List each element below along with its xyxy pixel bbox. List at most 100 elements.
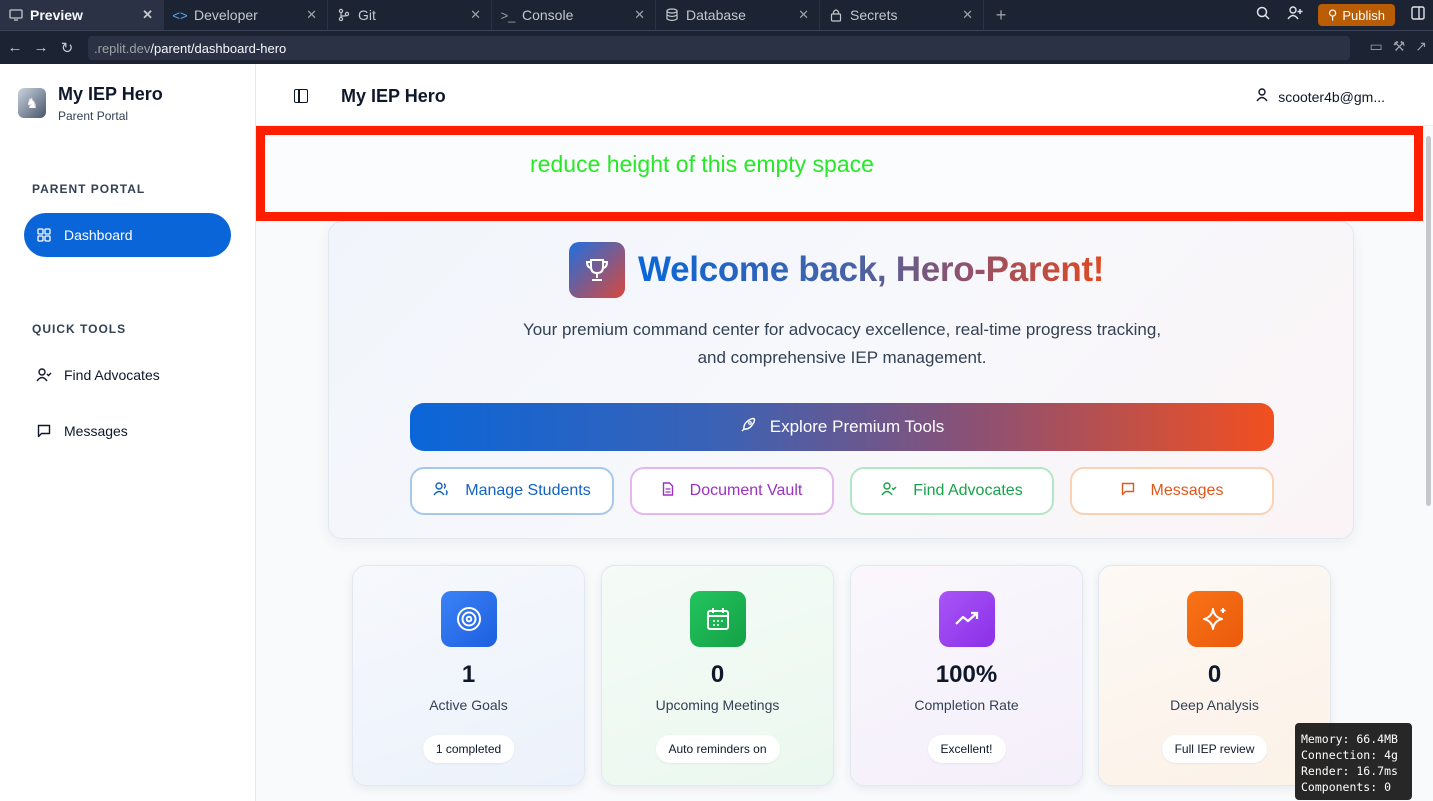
stat-card-upcoming-meetings[interactable]: 0 Upcoming Meetings Auto reminders on: [601, 565, 834, 786]
terminal-icon: >_: [500, 7, 516, 23]
perf-components: Components: 0: [1301, 780, 1392, 794]
stat-badge: Auto reminders on: [655, 735, 780, 763]
brand-title: My IEP Hero: [58, 84, 163, 104]
stat-label: Active Goals: [429, 697, 508, 713]
user-check-icon: [881, 481, 897, 501]
database-icon: [664, 8, 680, 22]
stat-card-completion-rate[interactable]: 100% Completion Rate Excellent!: [850, 565, 1083, 786]
top-header: My IEP Hero scooter4b@gm...: [256, 64, 1433, 126]
tab-database[interactable]: Database ✕: [656, 0, 820, 30]
rocket-icon: [740, 417, 756, 438]
messages-button[interactable]: Messages: [1070, 467, 1274, 515]
hero-description: Your premium command center for advocacy…: [522, 320, 1162, 367]
brand[interactable]: ♞ My IEP Hero Parent Portal: [18, 84, 163, 123]
tab-label: Git: [358, 7, 376, 23]
file-icon: [662, 481, 674, 501]
close-icon[interactable]: ✕: [142, 7, 153, 23]
sidebar-item-label: Messages: [64, 423, 128, 439]
trending-up-icon: [939, 591, 995, 647]
quick-button-label: Document Vault: [689, 482, 803, 499]
publish-icon: ⚲: [1327, 7, 1338, 22]
explore-premium-tools-button[interactable]: Explore Premium Tools: [410, 403, 1274, 451]
sparkles-icon: [1187, 591, 1243, 647]
publish-button[interactable]: ⚲ Publish: [1317, 4, 1395, 26]
sidebar-item-label: Find Advocates: [64, 367, 160, 383]
open-external-icon[interactable]: ↗: [1415, 38, 1427, 55]
sidebar-item-dashboard[interactable]: Dashboard: [24, 213, 231, 257]
stat-value: 100%: [935, 661, 998, 688]
stat-label: Deep Analysis: [1170, 697, 1259, 713]
perf-render: Render: 16.7ms: [1301, 764, 1398, 778]
close-icon[interactable]: ✕: [470, 7, 481, 23]
users-icon: [433, 481, 449, 501]
perf-memory: Memory: 66.4MB: [1301, 732, 1398, 746]
address-field[interactable]: .replit.dev/parent/dashboard-hero: [88, 36, 1350, 60]
quick-button-label: Messages: [1150, 482, 1224, 499]
grid-icon: [36, 228, 52, 242]
stat-card-active-goals[interactable]: 1 Active Goals 1 completed: [352, 565, 585, 786]
quick-button-label: Manage Students: [465, 482, 591, 499]
page-scrollbar[interactable]: [1426, 136, 1431, 506]
trophy-icon: [569, 242, 625, 298]
tab-developer[interactable]: <> Developer ✕: [164, 0, 328, 30]
user-menu[interactable]: scooter4b@gm...: [1256, 88, 1385, 105]
hero-title: Welcome back, Hero-Parent!: [638, 250, 1105, 289]
brand-logo-icon: ♞: [18, 88, 46, 118]
new-tab-plus-icon[interactable]: +: [986, 5, 1016, 26]
publish-label: Publish: [1342, 7, 1385, 23]
page-title: My IEP Hero: [341, 86, 446, 106]
tab-git[interactable]: Git ✕: [328, 0, 492, 30]
split-pane-icon[interactable]: [1409, 6, 1427, 24]
invite-user-icon[interactable]: [1286, 6, 1304, 24]
welcome-hero-card: Welcome back, Hero-Parent! Your premium …: [328, 221, 1354, 539]
close-icon[interactable]: ✕: [634, 7, 645, 23]
stat-label: Upcoming Meetings: [655, 697, 780, 713]
tab-preview[interactable]: Preview ✕: [0, 0, 164, 30]
address-path: /parent/dashboard-hero: [150, 40, 287, 56]
sidebar-toggle-icon[interactable]: [294, 89, 308, 103]
lock-icon: [828, 8, 844, 22]
close-icon[interactable]: ✕: [306, 7, 317, 23]
close-icon[interactable]: ✕: [962, 7, 973, 23]
stat-label: Completion Rate: [914, 697, 1019, 713]
find-advocates-button[interactable]: Find Advocates: [850, 467, 1054, 515]
sidebar-item-messages[interactable]: Messages: [24, 409, 231, 453]
tab-label: Console: [522, 7, 574, 23]
stat-badge: Full IEP review: [1161, 735, 1268, 763]
quick-button-label: Find Advocates: [913, 482, 1023, 499]
document-vault-button[interactable]: Document Vault: [630, 467, 834, 515]
message-icon: [1121, 482, 1135, 501]
close-icon[interactable]: ✕: [798, 7, 809, 23]
sidebar-item-label: Dashboard: [64, 227, 133, 243]
hero-heading: Welcome back, Hero-Parent!: [569, 242, 1104, 298]
app-sidebar: ♞ My IEP Hero Parent Portal PARENT PORTA…: [0, 64, 256, 801]
main-content: My IEP Hero scooter4b@gm... reduce heigh…: [256, 64, 1433, 801]
devices-icon[interactable]: ▭: [1369, 38, 1382, 55]
back-arrow-icon[interactable]: ←: [2, 39, 28, 56]
annotation-text: reduce height of this empty space: [530, 151, 874, 177]
section-label-parent-portal: PARENT PORTAL: [32, 182, 146, 196]
manage-students-button[interactable]: Manage Students: [410, 467, 614, 515]
workspace-tab-bar: Preview ✕ <> Developer ✕ Git ✕ >_ Consol…: [0, 0, 1433, 30]
perf-connection: Connection: 4g: [1301, 748, 1398, 762]
annotation-box: reduce height of this empty space: [256, 126, 1423, 221]
performance-overlay: Memory: 66.4MB Connection: 4g Render: 16…: [1295, 723, 1412, 800]
stat-value: 1: [461, 661, 476, 688]
message-icon: [36, 424, 52, 438]
tab-console[interactable]: >_ Console ✕: [492, 0, 656, 30]
reload-icon[interactable]: ↻: [54, 39, 80, 57]
tab-label: Developer: [194, 7, 258, 23]
monitor-icon: [8, 9, 24, 21]
tab-label: Preview: [30, 7, 83, 23]
user-check-icon: [36, 368, 52, 382]
search-icon[interactable]: [1254, 6, 1272, 24]
stat-value: 0: [710, 661, 725, 688]
sidebar-item-find-advocates[interactable]: Find Advocates: [24, 353, 231, 397]
tab-label: Database: [686, 7, 746, 23]
stat-badge: Excellent!: [927, 735, 1006, 763]
forward-arrow-icon[interactable]: →: [28, 39, 54, 56]
preview-url-bar: ← → ↻ .replit.dev/parent/dashboard-hero …: [0, 30, 1433, 64]
url-actions: ▭ ⚒ ↗: [1369, 38, 1427, 55]
tab-secrets[interactable]: Secrets ✕: [820, 0, 984, 30]
devtools-wrench-icon[interactable]: ⚒: [1393, 38, 1406, 55]
